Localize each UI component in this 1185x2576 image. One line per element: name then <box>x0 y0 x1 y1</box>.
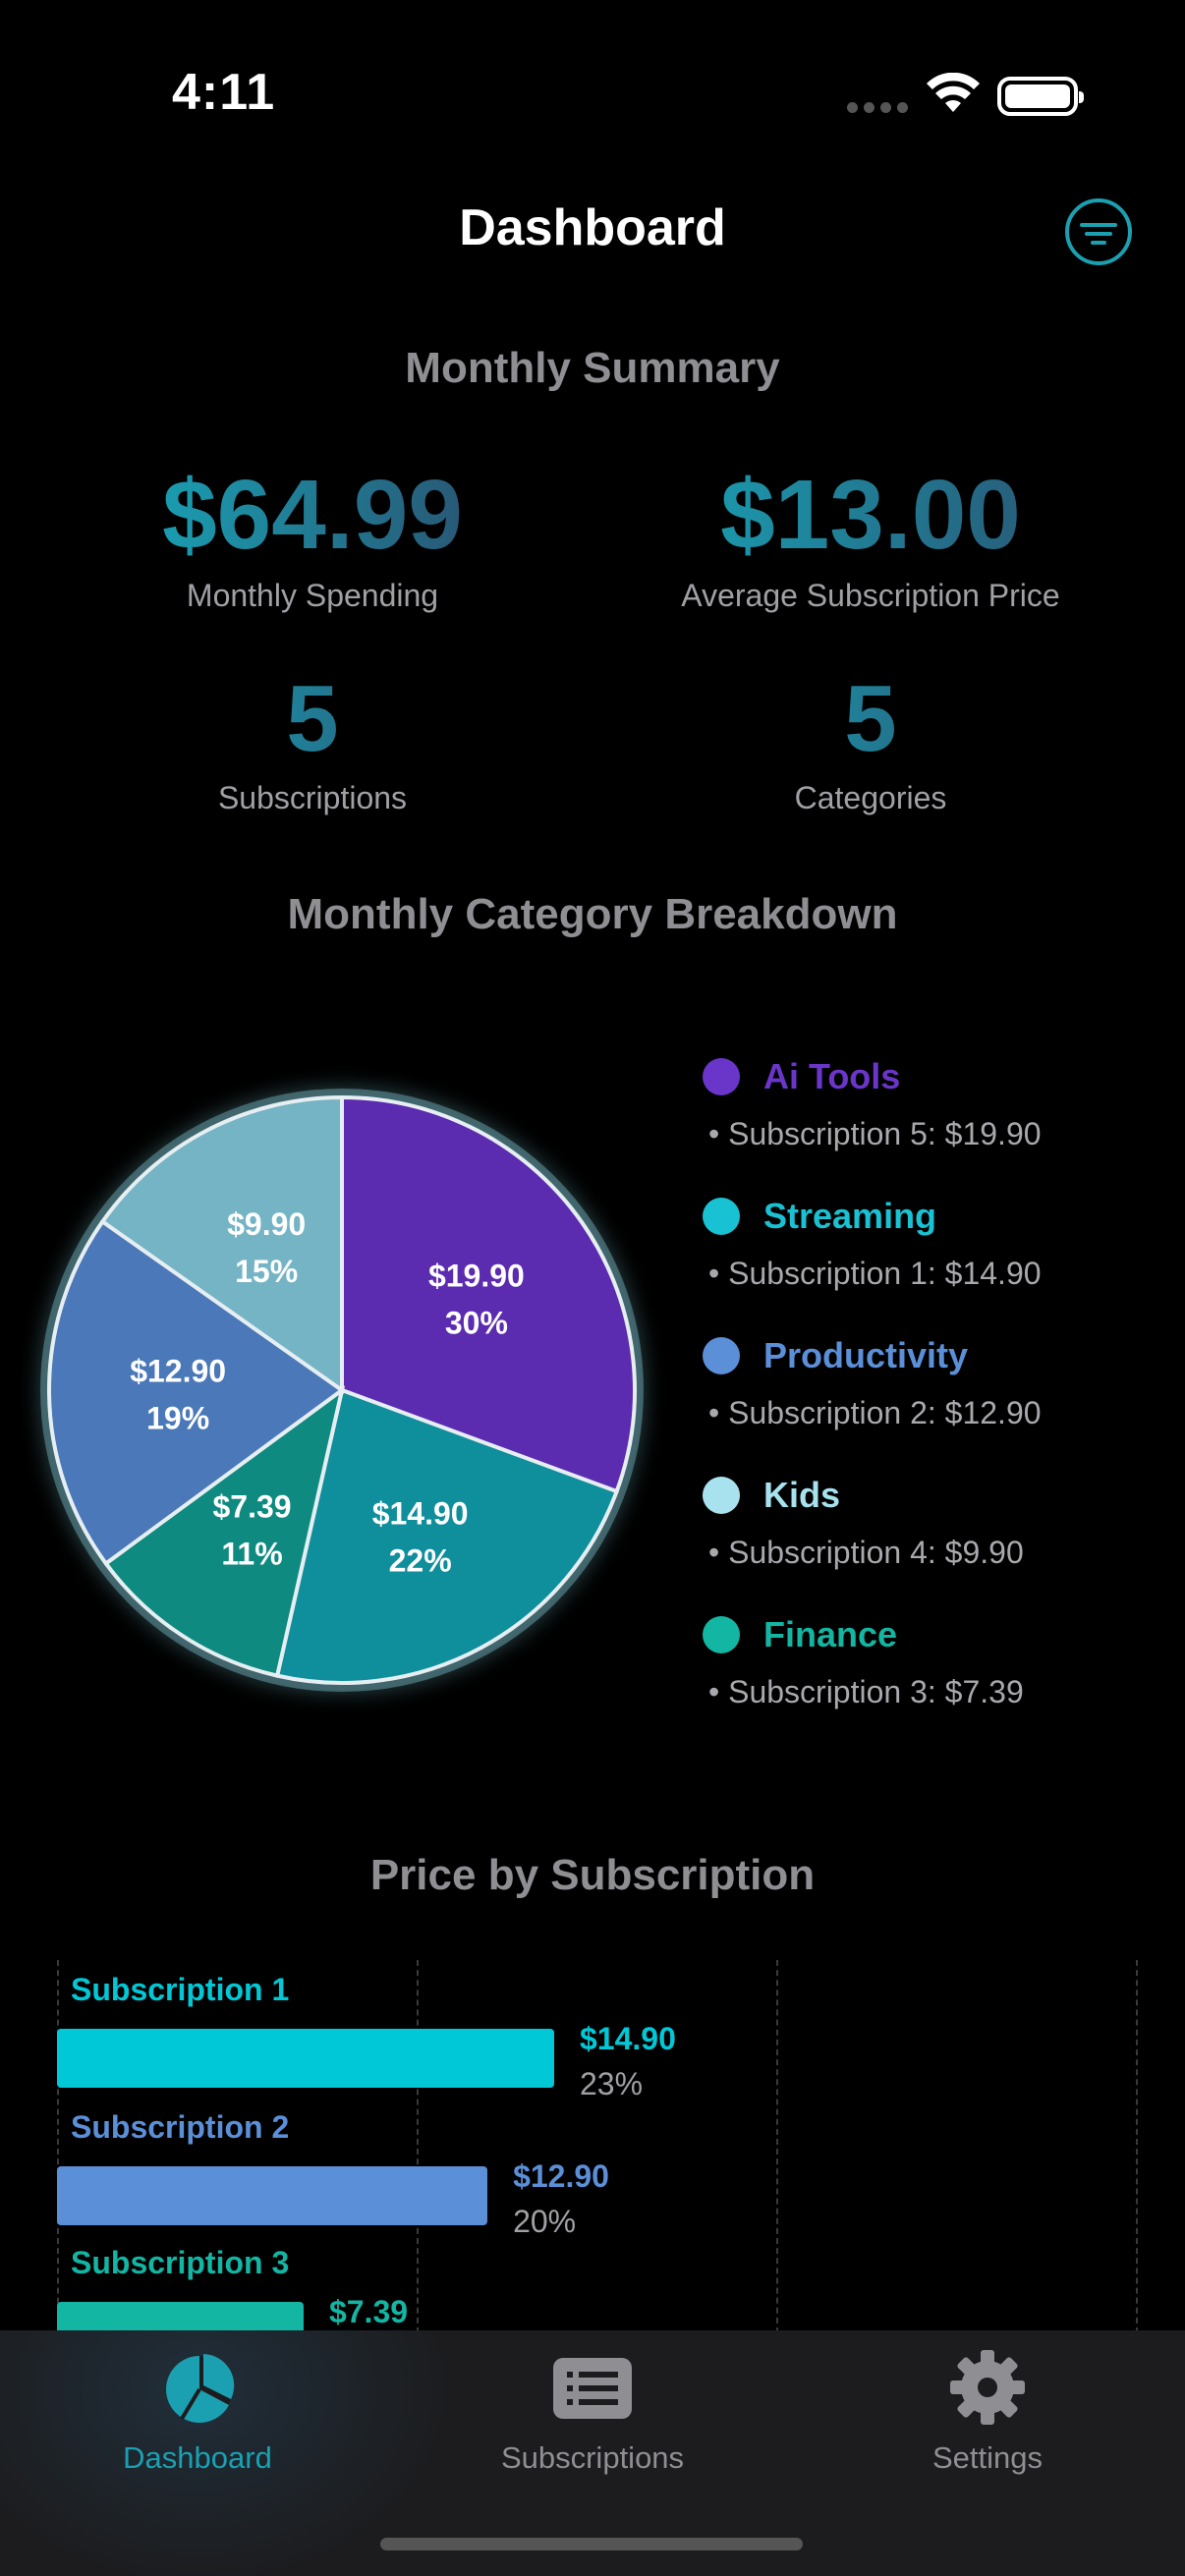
legend-dot-icon <box>703 1477 740 1514</box>
price-bar-chart: Subscription 1 $14.90 23% Subscription 2 $12… <box>57 1960 1138 2361</box>
page-title: Dashboard <box>459 199 726 256</box>
category-breakdown-title: Monthly Category Breakdown <box>287 890 898 938</box>
pie-slice-amount-label: $7.39 <box>212 1489 291 1525</box>
subscriptions-count-stat: 5 Subscriptions <box>116 672 509 816</box>
legend-category: Productivity <box>703 1328 1155 1383</box>
legend-subscription-item: • Subscription 4: $9.90 <box>708 1535 1024 1570</box>
category-pie-chart: $19.90 30% $14.90 22% $7.39 11% $12.90 19% $9.90… <box>39 1086 649 1695</box>
legend-category: Kids <box>703 1468 1155 1523</box>
tab-dashboard[interactable]: Dashboard <box>0 2330 395 2527</box>
pie-chart-icon <box>166 2354 235 2423</box>
categories-count-value: 5 <box>674 672 1067 766</box>
subscriptions-count-label: Subscriptions <box>217 780 408 815</box>
bar-label: Subscription 2 <box>71 2109 290 2145</box>
filter-icon <box>1080 223 1117 227</box>
monthly-spending-stat: $64.99 Monthly Spending <box>116 466 509 614</box>
pie-slice-amount-label: $12.90 <box>130 1354 226 1389</box>
categories-count-label: Categories <box>794 780 947 815</box>
tab-settings[interactable]: Settings <box>790 2330 1185 2527</box>
bar-value-label: $14.90 <box>580 2021 676 2056</box>
legend-dot-icon <box>703 1337 740 1374</box>
subscriptions-count-value: 5 <box>116 672 509 766</box>
legend-subscription-item: • Subscription 5: $19.90 <box>708 1116 1042 1151</box>
pie-slice-amount-label: $9.90 <box>227 1206 306 1242</box>
bar <box>57 2029 554 2088</box>
pie-slice-percent-label: 15% <box>235 1254 298 1289</box>
average-price-value: $13.00 <box>625 466 1116 564</box>
pie-slice-percent-label: 19% <box>146 1401 209 1436</box>
legend-dot-icon <box>703 1616 740 1653</box>
legend-subscription-item: • Subscription 3: $7.39 <box>708 1674 1024 1709</box>
legend-subscription-item: • Subscription 2: $12.90 <box>708 1395 1042 1430</box>
bar-percent-label: 20% <box>513 2204 577 2239</box>
price-by-subscription-title: Price by Subscription <box>369 1851 816 1899</box>
tab-subscriptions[interactable]: Subscriptions <box>395 2330 790 2527</box>
monthly-summary-title: Monthly Summary <box>405 344 780 392</box>
category-legend: Ai Tools • Subscription 5: $19.90 Streamin… <box>703 1049 1155 1747</box>
pie-slice-percent-label: 30% <box>445 1306 508 1341</box>
tab-settings-label: Settings <box>931 2440 1043 2475</box>
wifi-icon <box>927 73 980 112</box>
monthly-spending-label: Monthly Spending <box>186 578 439 613</box>
filter-button[interactable] <box>1065 198 1132 265</box>
monthly-spending-value: $64.99 <box>116 466 509 564</box>
pie-slice-percent-label: 11% <box>221 1537 282 1572</box>
gear-icon <box>950 2350 1025 2425</box>
average-price-label: Average Subscription Price <box>681 578 1060 613</box>
bar <box>57 2166 488 2225</box>
bar-label: Subscription 3 <box>71 2245 290 2280</box>
legend-category: Streaming <box>703 1189 1155 1244</box>
legend-category-name: Ai Tools <box>763 1056 901 1096</box>
status-bar: 4:11 <box>0 0 1185 187</box>
battery-icon <box>997 77 1084 116</box>
cellular-signal-icon <box>847 102 908 113</box>
legend-category-name: Streaming <box>763 1196 937 1236</box>
legend-category: Ai Tools <box>703 1049 1155 1104</box>
legend-category-name: Finance <box>763 1614 898 1654</box>
legend-category-name: Kids <box>763 1475 841 1515</box>
pie-slice-amount-label: $14.90 <box>372 1496 469 1532</box>
home-indicator <box>380 2538 803 2550</box>
bar-percent-label: 23% <box>580 2066 644 2101</box>
legend-category: Finance <box>703 1607 1155 1662</box>
average-price-stat: $13.00 Average Subscription Price <box>625 466 1116 614</box>
legend-dot-icon <box>703 1198 740 1235</box>
bar-label: Subscription 1 <box>71 1972 290 2007</box>
tab-subscriptions-label: Subscriptions <box>500 2440 685 2475</box>
pie-slice-percent-label: 22% <box>389 1543 452 1579</box>
bar-value-label: $7.39 <box>328 2294 409 2329</box>
legend-subscription-item: • Subscription 1: $14.90 <box>708 1256 1042 1291</box>
status-time: 4:11 <box>172 64 276 121</box>
legend-dot-icon <box>703 1058 740 1095</box>
tab-dashboard-label: Dashboard <box>123 2440 272 2475</box>
categories-count-stat: 5 Categories <box>674 672 1067 816</box>
bar-value-label: $12.90 <box>513 2158 609 2194</box>
pie-slice-amount-label: $19.90 <box>428 1259 525 1294</box>
legend-category-name: Productivity <box>763 1335 969 1375</box>
list-icon <box>553 2358 632 2419</box>
